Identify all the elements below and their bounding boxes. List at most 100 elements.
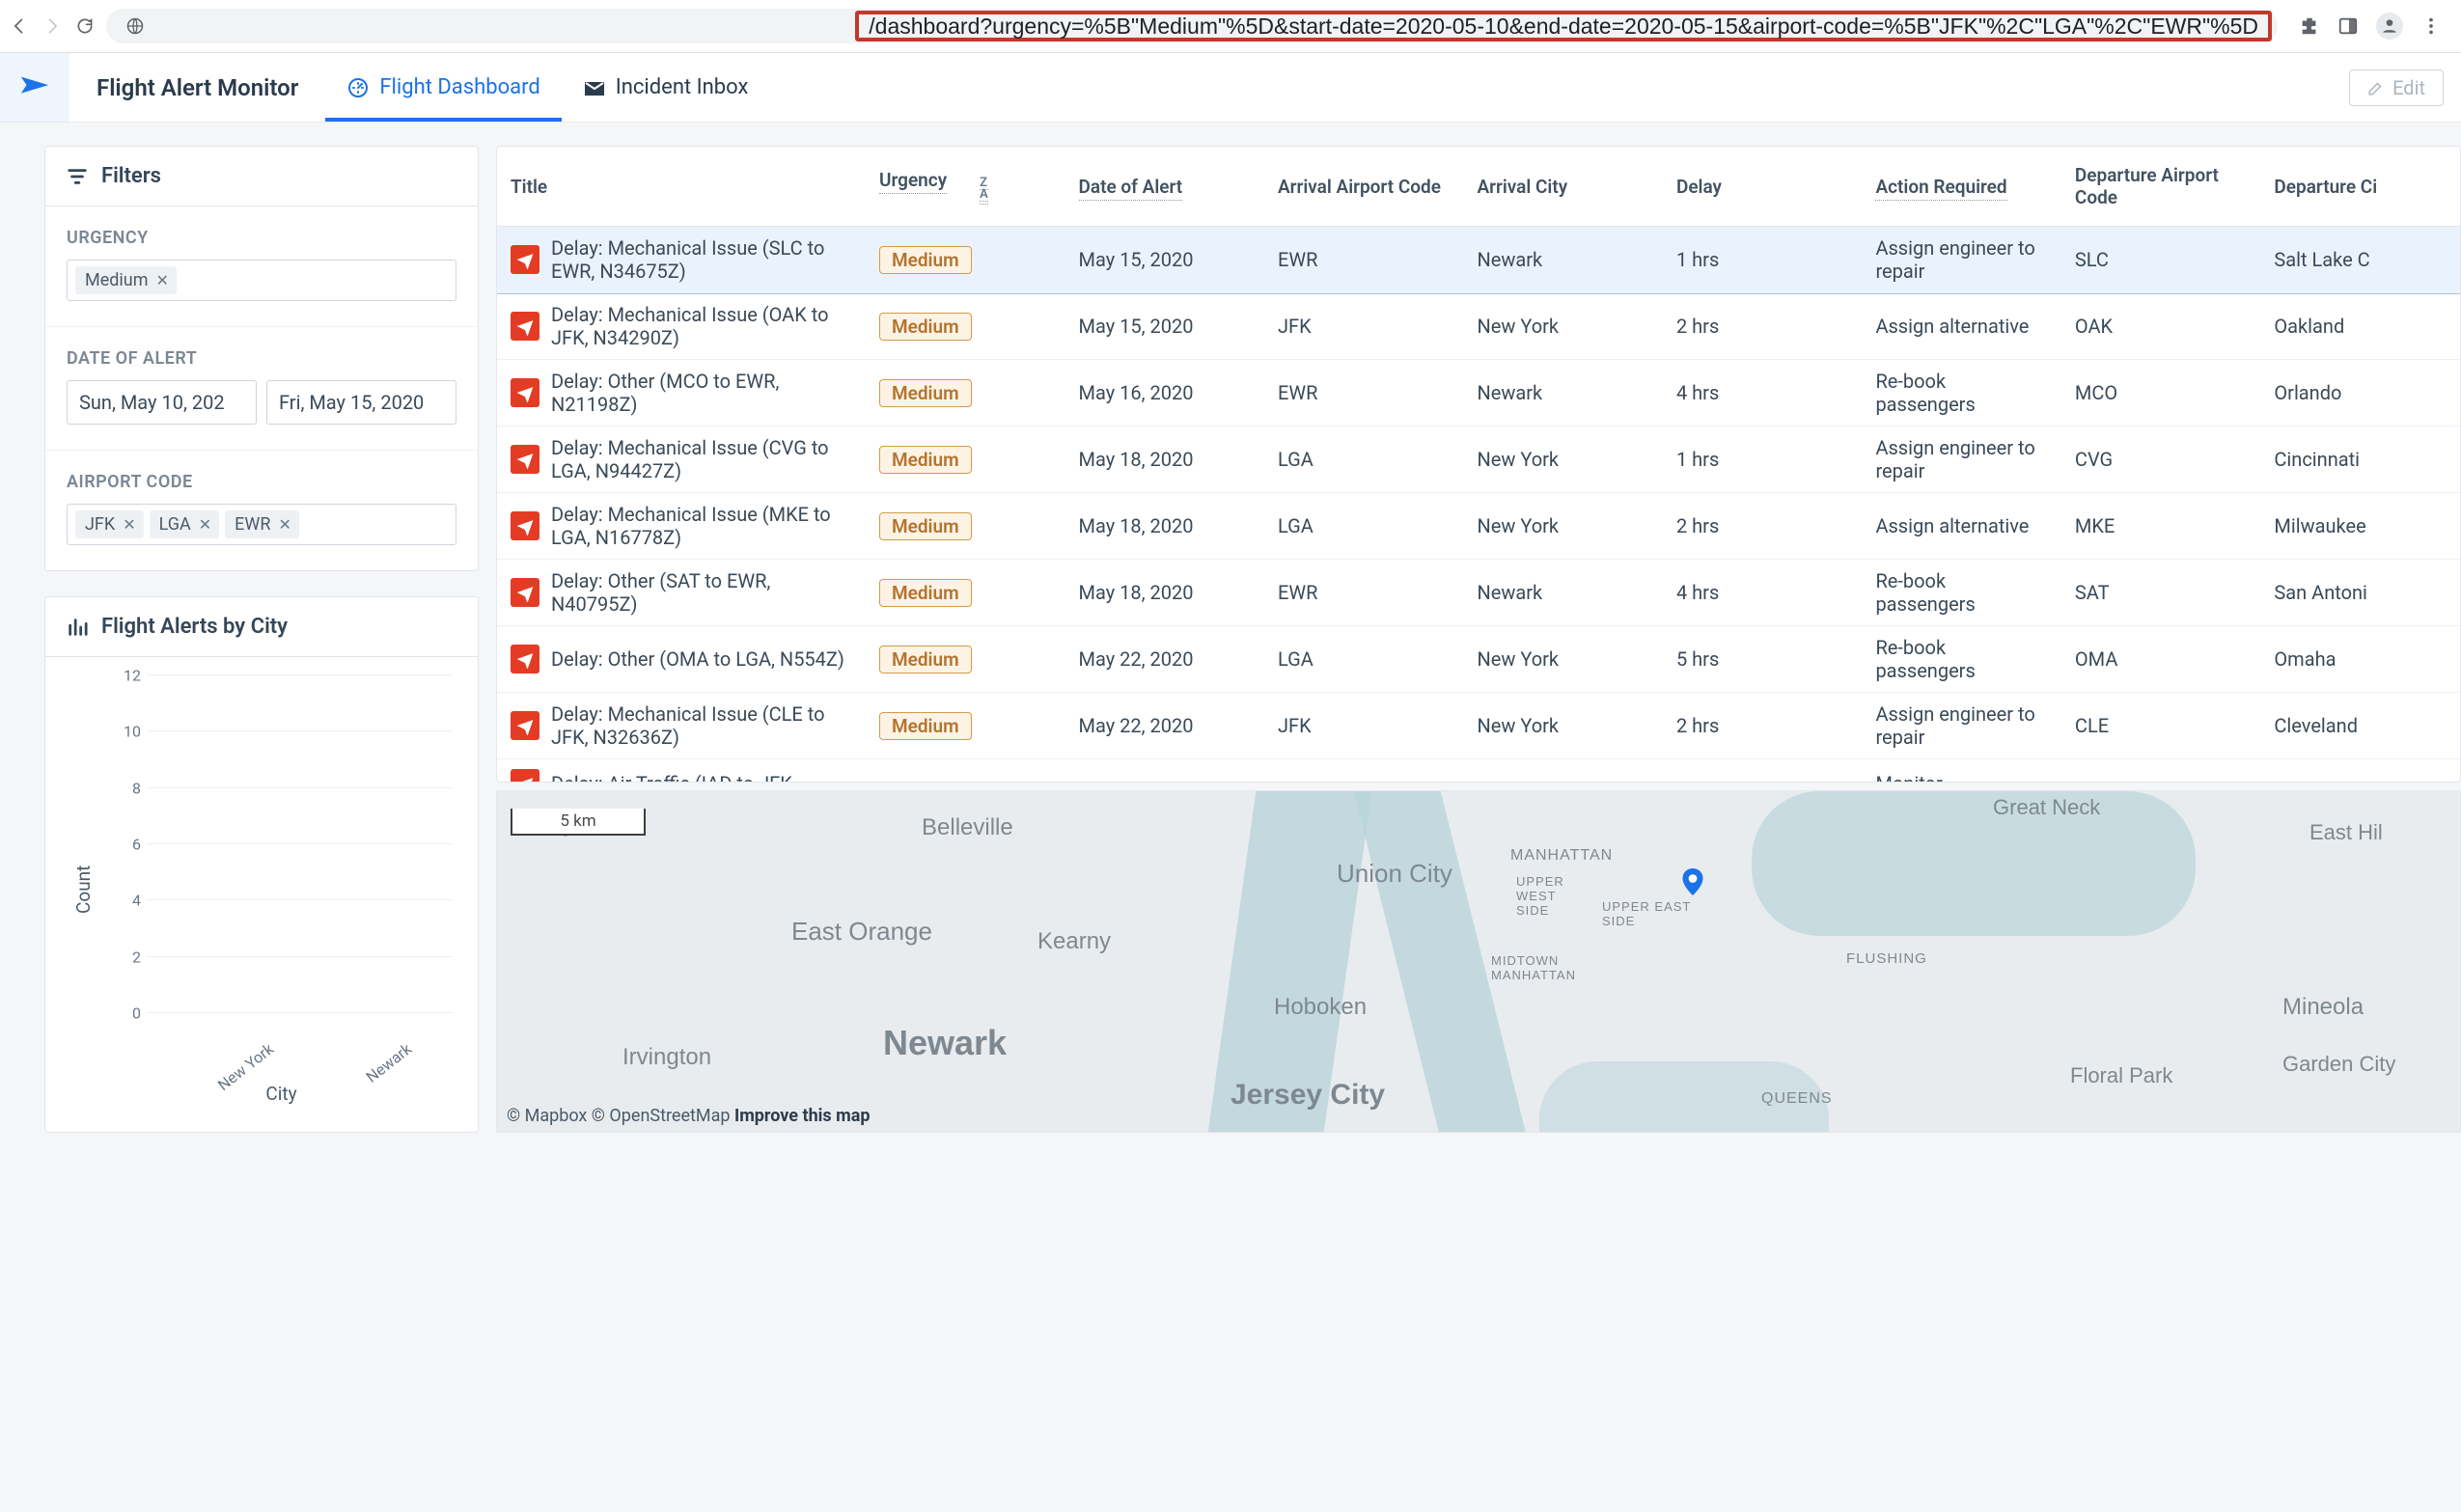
row-title: Delay: Air Traffic (IAD to JFK <box>551 772 792 782</box>
map-city-label: MIDTOWN MANHATTAN <box>1491 953 1576 982</box>
forward-icon[interactable] <box>41 14 64 38</box>
col-dep-city[interactable]: Departure Ci <box>2260 147 2460 227</box>
col-date[interactable]: Date of Alert <box>1065 147 1264 227</box>
row-date: May 15, 2020 <box>1065 293 1264 360</box>
map-city-label: East Hil <box>2309 820 2383 845</box>
row-arr-code: LGA <box>1264 426 1463 493</box>
edit-button[interactable]: Edit <box>2349 69 2444 106</box>
dashboard-icon <box>346 76 370 99</box>
table-row[interactable]: Delay: Mechanical Issue (CVG to LGA, N94… <box>497 426 2460 493</box>
close-icon[interactable]: ✕ <box>156 271 169 289</box>
map-city-label: UPPER EAST SIDE <box>1602 899 1691 928</box>
row-arr-code: EWR <box>1264 360 1463 426</box>
chart-ylabel: Count <box>72 674 95 1105</box>
start-date-input[interactable]: Sun, May 10, 202 <box>67 380 257 425</box>
alerts-table: Title UrgencyZA Date of Alert Arrival Ai… <box>496 146 2461 783</box>
close-icon[interactable]: ✕ <box>123 515 135 534</box>
nav-tabs: Flight Dashboard Incident Inbox <box>325 53 769 122</box>
row-dep-code: SAT <box>2061 560 2260 626</box>
tag-ewr[interactable]: EWR✕ <box>225 510 299 538</box>
tag-jfk[interactable]: JFK✕ <box>75 510 144 538</box>
row-delay: 4 hrs <box>1663 360 1862 426</box>
panel-icon[interactable] <box>2337 15 2359 37</box>
row-arr-code: LGA <box>1264 626 1463 693</box>
table-row[interactable]: Delay: Mechanical Issue (MKE to LGA, N16… <box>497 493 2460 560</box>
filter-date: DATE OF ALERT Sun, May 10, 202 Fri, May … <box>45 327 478 451</box>
chart-title: Flight Alerts by City <box>101 615 288 639</box>
extensions-icon[interactable] <box>2299 15 2320 37</box>
map-city-label: Hoboken <box>1274 994 1367 1021</box>
row-dep-code: OMA <box>2061 626 2260 693</box>
map-city-label: Garden City <box>2282 1052 2395 1077</box>
app-logo[interactable] <box>0 53 69 122</box>
urgency-badge: Medium <box>879 379 972 407</box>
plane-icon <box>511 711 539 740</box>
map[interactable]: LivingstonBellevilleUnion CityMANHATTANU… <box>496 790 2461 1133</box>
row-delay: 2 hrs <box>1663 493 1862 560</box>
table-row[interactable]: Delay: Mechanical Issue (OAK to JFK, N34… <box>497 293 2460 360</box>
map-city-label: East Orange <box>791 917 932 947</box>
col-arr-city[interactable]: Arrival City <box>1463 147 1662 227</box>
url-bar[interactable]: /dashboard?urgency=%5B"Medium"%5D&start-… <box>106 9 2278 43</box>
urgency-tag-input[interactable]: Medium✕ <box>67 260 456 301</box>
close-icon[interactable]: ✕ <box>199 515 211 534</box>
map-city-label: FLUSHING <box>1846 950 1927 967</box>
row-arr-city: New York <box>1463 693 1662 759</box>
ytick-label: 8 <box>132 779 141 797</box>
tab-label: Flight Dashboard <box>379 75 539 99</box>
ytick-label: 4 <box>132 892 141 910</box>
table-row[interactable]: Delay: Other (OMA to LGA, N554Z)MediumMa… <box>497 626 2460 693</box>
row-action: Re-book passengers <box>1862 560 2060 626</box>
table-row[interactable]: Delay: Mechanical Issue (SLC to EWR, N34… <box>497 227 2460 293</box>
airport-tag-input[interactable]: JFK✕ LGA✕ EWR✕ <box>67 504 456 545</box>
table-row[interactable]: Delay: Other (SAT to EWR, N40795Z)Medium… <box>497 560 2460 626</box>
plane-icon <box>511 511 539 540</box>
row-action: Assign engineer to repair <box>1862 693 2060 759</box>
row-action: Re-book passengers <box>1862 360 2060 426</box>
table-row[interactable]: Delay: Air Traffic (IAD to JFKMonitor <box>497 759 2460 783</box>
map-marker[interactable] <box>1682 868 1703 895</box>
ytick-label: 6 <box>132 836 141 854</box>
back-icon[interactable] <box>8 14 31 38</box>
row-arr-city: New York <box>1463 293 1662 360</box>
tag-lga[interactable]: LGA✕ <box>150 510 220 538</box>
col-arr-code[interactable]: Arrival Airport Code <box>1264 147 1463 227</box>
kebab-icon[interactable] <box>2420 15 2442 37</box>
end-date-input[interactable]: Fri, May 15, 2020 <box>266 380 456 425</box>
tab-incident-inbox[interactable]: Incident Inbox <box>562 53 770 122</box>
table-header-row: Title UrgencyZA Date of Alert Arrival Ai… <box>497 147 2460 227</box>
close-icon[interactable]: ✕ <box>278 515 290 534</box>
map-scale: 5 km <box>511 809 646 836</box>
chart-body: Count 024681012 New YorkNewark City <box>45 657 478 1132</box>
sort-icon[interactable]: ZA <box>980 179 988 205</box>
reload-icon[interactable] <box>73 14 97 38</box>
map-city-label: Belleville <box>922 814 1013 841</box>
row-delay: 4 hrs <box>1663 560 1862 626</box>
col-action[interactable]: Action Required <box>1862 147 2060 227</box>
row-dep-city: Oakland <box>2260 293 2460 360</box>
row-title: Delay: Other (SAT to EWR, N40795Z) <box>551 569 852 616</box>
row-dep-city: Omaha <box>2260 626 2460 693</box>
urgency-badge: Medium <box>879 313 972 341</box>
urgency-badge: Medium <box>879 446 972 474</box>
row-arr-city: Newark <box>1463 560 1662 626</box>
urgency-badge: Medium <box>879 646 972 674</box>
profile-icon[interactable] <box>2376 13 2403 40</box>
col-delay[interactable]: Delay <box>1663 147 1862 227</box>
map-city-label: Floral Park <box>2070 1063 2172 1088</box>
tag-medium[interactable]: Medium✕ <box>75 266 177 294</box>
col-dep-code[interactable]: Departure Airport Code <box>2061 147 2260 227</box>
row-delay: 2 hrs <box>1663 693 1862 759</box>
col-urgency[interactable]: UrgencyZA <box>866 147 1065 227</box>
table-row[interactable]: Delay: Other (MCO to EWR, N21198Z)Medium… <box>497 360 2460 426</box>
plane-icon <box>511 378 539 407</box>
row-delay: 1 hrs <box>1663 227 1862 293</box>
row-dep-code: MKE <box>2061 493 2260 560</box>
ytick-label: 10 <box>124 723 141 741</box>
urgency-badge: Medium <box>879 512 972 540</box>
row-action: Assign engineer to repair <box>1862 227 2060 293</box>
table-row[interactable]: Delay: Mechanical Issue (CLE to JFK, N32… <box>497 693 2460 759</box>
map-city-label: Mineola <box>2282 994 2364 1021</box>
tab-flight-dashboard[interactable]: Flight Dashboard <box>325 53 561 122</box>
col-title[interactable]: Title <box>497 147 866 227</box>
